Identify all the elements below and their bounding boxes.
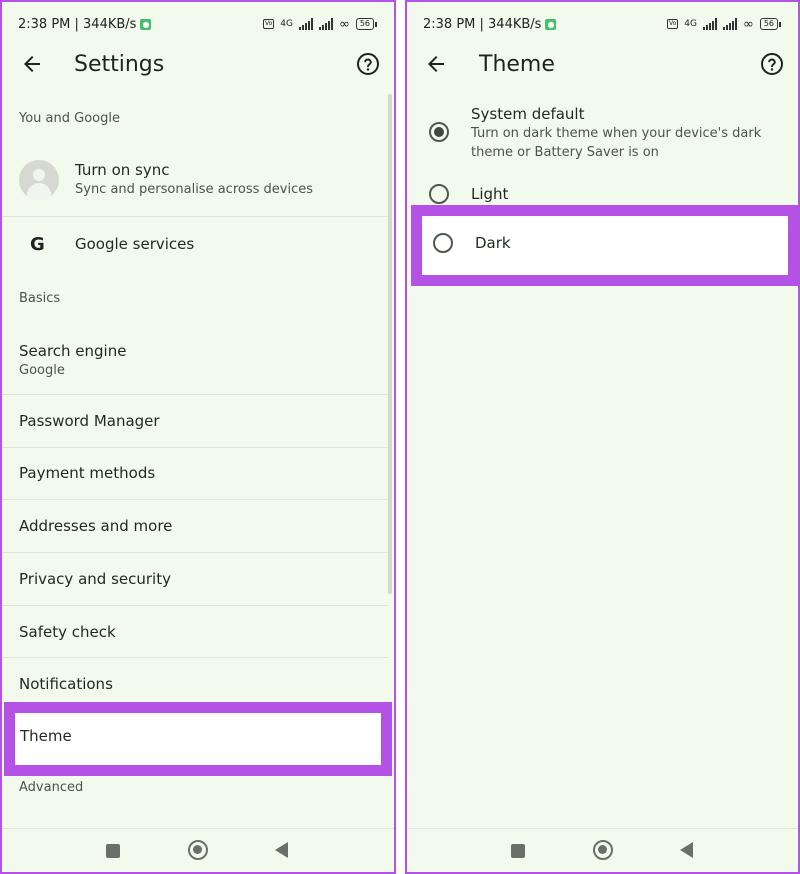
page-title: Settings bbox=[74, 52, 165, 77]
back-nav-icon[interactable] bbox=[680, 842, 693, 858]
addresses-row[interactable]: Addresses and more bbox=[2, 500, 394, 552]
section-advanced: Advanced bbox=[19, 780, 84, 795]
status-time-speed: 2:38 PM | 344KB/s bbox=[423, 16, 542, 32]
theme-option-system-default[interactable]: System default Turn on dark theme when y… bbox=[407, 102, 798, 172]
back-arrow-icon[interactable] bbox=[424, 52, 448, 76]
home-icon[interactable] bbox=[188, 840, 208, 860]
search-engine-title: Search engine bbox=[19, 342, 127, 360]
help-icon[interactable] bbox=[760, 52, 784, 76]
signal-icon-2 bbox=[318, 18, 333, 30]
password-manager-label: Password Manager bbox=[19, 412, 160, 430]
hotspot-icon: ∞ bbox=[338, 16, 350, 32]
option-label-system-default: System default bbox=[471, 105, 585, 123]
radio-light[interactable] bbox=[429, 184, 449, 204]
theme-label: Theme bbox=[20, 727, 72, 745]
recents-icon[interactable] bbox=[511, 844, 525, 858]
theme-row-highlight[interactable]: Theme bbox=[4, 702, 392, 776]
volte-icon: Vo bbox=[262, 19, 275, 29]
app-bar: Theme bbox=[407, 44, 798, 88]
signal-icon bbox=[702, 18, 717, 30]
theme-screen: 2:38 PM | 344KB/s ● Vo 4G ∞ 56 Theme Sys… bbox=[405, 0, 800, 874]
app-bar: Settings bbox=[2, 44, 394, 88]
back-nav-icon[interactable] bbox=[275, 842, 288, 858]
signal-icon-2 bbox=[722, 18, 737, 30]
network-label: 4G bbox=[280, 19, 293, 29]
notification-icon: ● bbox=[545, 18, 557, 30]
notification-icon: ● bbox=[140, 18, 152, 30]
network-label: 4G bbox=[684, 19, 697, 29]
dark-option-highlight[interactable]: Dark bbox=[411, 205, 798, 286]
search-engine-value: Google bbox=[19, 363, 65, 378]
status-bar: 2:38 PM | 344KB/s ● Vo 4G ∞ 56 bbox=[423, 12, 782, 36]
google-services-label: Google services bbox=[75, 235, 195, 253]
notifications-label: Notifications bbox=[19, 675, 113, 693]
system-nav-bar bbox=[2, 828, 394, 872]
option-label-dark: Dark bbox=[475, 234, 511, 252]
divider bbox=[2, 216, 388, 217]
volte-icon: Vo bbox=[666, 19, 679, 29]
sync-subtitle: Sync and personalise across devices bbox=[75, 182, 313, 197]
sync-row[interactable]: Turn on sync Sync and personalise across… bbox=[2, 152, 394, 214]
payment-methods-row[interactable]: Payment methods bbox=[2, 448, 394, 500]
settings-screen: 2:38 PM | 344KB/s ● Vo 4G ∞ 56 Settings … bbox=[0, 0, 396, 874]
option-desc-system-default: Turn on dark theme when your device's da… bbox=[471, 126, 762, 160]
radio-system-default[interactable] bbox=[429, 122, 449, 142]
section-basics: Basics bbox=[19, 291, 61, 306]
avatar bbox=[19, 160, 59, 200]
system-nav-bar bbox=[407, 828, 798, 872]
page-title: Theme bbox=[479, 52, 555, 77]
google-services-row[interactable]: G Google services bbox=[2, 218, 394, 272]
addresses-label: Addresses and more bbox=[19, 517, 173, 535]
recents-icon[interactable] bbox=[106, 844, 120, 858]
status-time-speed: 2:38 PM | 344KB/s bbox=[18, 16, 137, 32]
privacy-row[interactable]: Privacy and security bbox=[2, 553, 394, 605]
google-g-icon: G bbox=[30, 234, 45, 255]
privacy-label: Privacy and security bbox=[19, 570, 171, 588]
payment-methods-label: Payment methods bbox=[19, 464, 156, 482]
search-engine-row[interactable]: Search engine Google bbox=[2, 332, 394, 394]
signal-icon bbox=[298, 18, 313, 30]
safety-check-row[interactable]: Safety check bbox=[2, 606, 394, 658]
status-bar: 2:38 PM | 344KB/s ● Vo 4G ∞ 56 bbox=[18, 12, 378, 36]
password-manager-row[interactable]: Password Manager bbox=[2, 395, 394, 447]
battery-icon: 56 bbox=[355, 18, 378, 30]
safety-check-label: Safety check bbox=[19, 623, 116, 641]
help-icon[interactable] bbox=[356, 52, 380, 76]
hotspot-icon: ∞ bbox=[742, 16, 754, 32]
sync-title: Turn on sync bbox=[75, 161, 170, 179]
battery-icon: 56 bbox=[759, 18, 782, 30]
home-icon[interactable] bbox=[593, 840, 613, 860]
back-arrow-icon[interactable] bbox=[20, 52, 44, 76]
section-you-and-google: You and Google bbox=[19, 111, 120, 126]
option-label-light: Light bbox=[471, 185, 509, 203]
radio-dark[interactable] bbox=[433, 233, 453, 253]
